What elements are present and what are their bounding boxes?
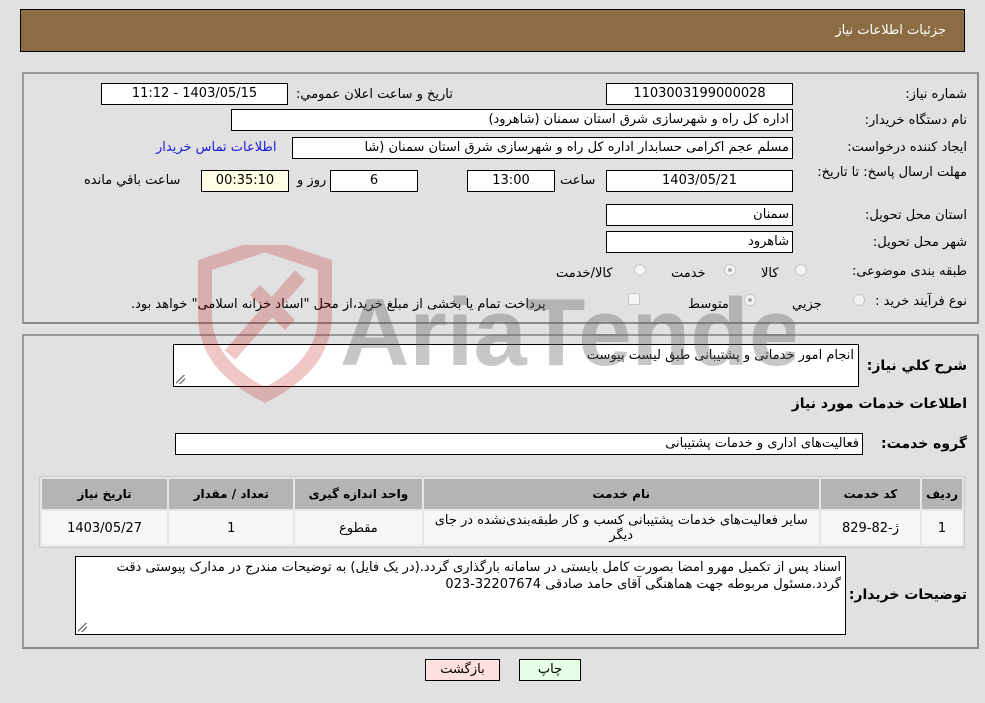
process-radio-medium[interactable] [744, 294, 756, 306]
col-header-quantity: تعداد / مقدار [169, 479, 294, 509]
back-button[interactable]: بازگشت [425, 659, 500, 681]
category-label: طبقه بندی موضوعی: [851, 264, 967, 279]
print-button[interactable]: چاپ [519, 659, 581, 681]
category-option-goods: کالا [761, 266, 779, 281]
creator-label: ایجاد کننده درخواست: [847, 140, 967, 155]
services-section-title: اطلاعات خدمات مورد نیاز [791, 396, 967, 412]
category-radio-goods[interactable] [795, 264, 807, 276]
cell-unit: مقطوع [295, 511, 422, 545]
page-title: جزئیات اطلاعات نیاز [835, 23, 946, 38]
col-header-need-date: تاریخ نیاز [42, 479, 168, 509]
table-header-row: ردیف کد خدمت نام خدمت واحد اندازه گیری ت… [42, 479, 962, 509]
buyer-notes-label: توضیحات خریدار: [848, 587, 967, 603]
cell-row-number: 1 [922, 511, 962, 545]
buyer-notes-text: اسناد پس از تکمیل مهرو امضا بصورت کامل ب… [116, 560, 841, 592]
col-header-service-name: نام خدمت [423, 479, 819, 509]
description-text: انجام امور خدماتی و پشتیبانی طبق لیست پی… [586, 348, 854, 363]
description-textarea[interactable]: انجام امور خدماتی و پشتیبانی طبق لیست پی… [173, 344, 859, 387]
deadline-time-label: ساعت [560, 173, 596, 188]
category-radio-service[interactable] [724, 264, 736, 276]
category-option-service: خدمت [671, 266, 706, 281]
cell-service-code: ژ-82-829 [820, 511, 921, 545]
remaining-time-field[interactable]: 00:35:10 [201, 170, 289, 192]
province-label: استان محل تحویل: [865, 208, 967, 223]
buyer-org-field[interactable]: اداره کل راه و شهرسازی شرق استان سمنان (… [231, 109, 793, 131]
province-field[interactable]: سمنان [606, 204, 793, 226]
process-radio-minor[interactable] [853, 294, 865, 306]
col-header-row-number: ردیف [922, 479, 962, 509]
service-group-label: گروه خدمت: [881, 436, 967, 452]
deadline-label: مهلت ارسال پاسخ: تا تاریخ: [817, 165, 967, 180]
days-label: روز و [297, 173, 327, 188]
buyer-org-label: نام دستگاه خریدار: [864, 113, 967, 128]
need-number-label: شماره نیاز: [905, 87, 967, 102]
deadline-time-field[interactable]: 13:00 [467, 170, 555, 192]
table-row: 1 ژ-82-829 سایر فعالیت‌های خدمات پشتیبان… [42, 511, 962, 545]
col-header-unit: واحد اندازه گیری [295, 479, 422, 509]
resize-grip-icon[interactable] [176, 375, 185, 384]
deadline-date-field[interactable]: 1403/05/21 [606, 170, 793, 192]
remaining-label: ساعت باقي مانده [84, 173, 181, 188]
city-field[interactable]: شاهرود [606, 231, 793, 253]
services-table: ردیف کد خدمت نام خدمت واحد اندازه گیری ت… [39, 476, 965, 548]
category-radio-goods-service[interactable] [634, 264, 646, 276]
announce-datetime-field[interactable]: 1403/05/15 - 11:12 [101, 83, 288, 105]
need-number-field[interactable]: 1103003199000028 [606, 83, 793, 105]
process-option-minor: جزيي [792, 297, 822, 312]
buyer-contact-link[interactable]: اطلاعات تماس خریدار [156, 140, 276, 155]
page-header: جزئیات اطلاعات نیاز [20, 9, 965, 52]
cell-quantity: 1 [169, 511, 294, 545]
service-group-field[interactable]: فعالیت‌های اداری و خدمات پشتیبانی [175, 433, 863, 455]
col-header-service-code: کد خدمت [820, 479, 921, 509]
process-label: نوع فرآیند خرید : [875, 294, 967, 309]
days-remaining-field[interactable]: 6 [330, 170, 418, 192]
buyer-notes-textarea[interactable]: اسناد پس از تکمیل مهرو امضا بصورت کامل ب… [75, 556, 846, 635]
treasury-checkbox-label: پرداخت تمام یا بخشی از مبلغ خرید،از محل … [131, 297, 546, 312]
creator-field[interactable]: مسلم عجم اکرامی حسابدار اداره کل راه و ش… [292, 137, 793, 159]
treasury-checkbox[interactable] [628, 293, 640, 305]
city-label: شهر محل تحویل: [872, 235, 967, 250]
cell-need-date: 1403/05/27 [42, 511, 168, 545]
cell-service-name: سایر فعالیت‌های خدمات پشتیبانی کسب و کار… [423, 511, 819, 545]
announce-label: تاریخ و ساعت اعلان عمومي: [296, 87, 453, 102]
resize-grip-icon[interactable] [78, 623, 87, 632]
process-option-medium: متوسط [688, 297, 729, 312]
description-label: شرح کلي نیاز: [866, 358, 967, 374]
category-option-goods-service: کالا/خدمت [556, 266, 613, 281]
